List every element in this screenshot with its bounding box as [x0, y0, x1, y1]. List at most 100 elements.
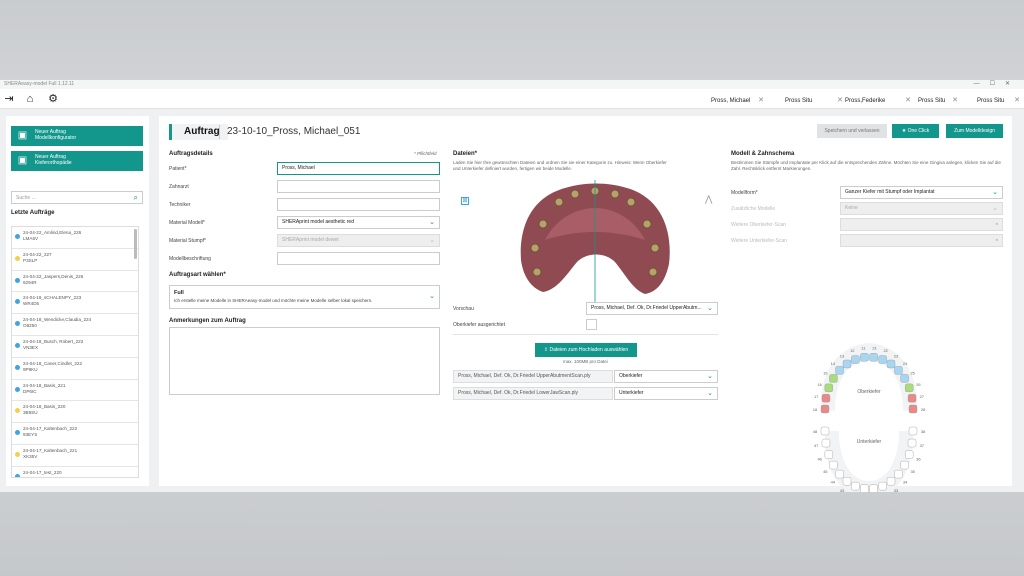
file-category-select[interactable]: Unterkiefer ⌄	[614, 387, 718, 400]
logout-icon[interactable]: ⇥	[2, 92, 16, 106]
list-item[interactable]: 24-04-17_test_220	[12, 467, 138, 477]
tooth-number[interactable]: 38	[921, 429, 926, 434]
list-item[interactable]: 24-04-17_Kaltenbach_221 XK35V	[12, 445, 138, 467]
aligned-checkbox[interactable]	[586, 319, 597, 330]
list-item[interactable]: 24-04-18_Basis_220 3B9SU	[12, 401, 138, 424]
model-field-input[interactable]: Ganzer Kiefer mit Stumpf oder Implantat ⌄	[840, 186, 1003, 199]
tooth-42[interactable]	[851, 481, 860, 491]
tooth-16[interactable]	[824, 383, 834, 393]
upload-files-button[interactable]: ⇪ Dateien zum Hochladen auswählen	[535, 343, 637, 357]
close-icon[interactable]: ✕	[1014, 94, 1020, 108]
tooth-46[interactable]	[824, 450, 834, 459]
tooth-number[interactable]: 24	[903, 361, 908, 366]
tooth-38[interactable]	[908, 426, 918, 436]
tooth-15[interactable]	[829, 374, 838, 383]
tooth-26[interactable]	[904, 383, 914, 393]
tooth-36[interactable]	[904, 450, 914, 459]
list-item[interactable]: 24-04-22_227 P3SLP	[12, 249, 138, 271]
tooth-number[interactable]: 17	[814, 394, 819, 399]
tooth-number[interactable]: 35	[910, 469, 915, 474]
field-input[interactable]	[277, 198, 440, 211]
tooth-number[interactable]: 26	[916, 382, 921, 387]
tooth-11[interactable]	[860, 353, 869, 362]
list-item[interactable]: 24-04-22_Jaspers,Denis_226 6294R	[12, 271, 138, 293]
tooth-45[interactable]	[829, 460, 838, 470]
new-order-model-button[interactable]: ▣ Neuer Auftrag Modellkonfigurator	[11, 126, 143, 146]
tooth-14[interactable]	[835, 366, 844, 375]
tooth-47[interactable]	[821, 438, 831, 448]
list-item[interactable]: 24-04-18_Busch, Robert_222 VN3EX	[12, 336, 138, 358]
list-item[interactable]: 24-04-18_Wendicke,Claudia_224 O8250	[12, 314, 138, 336]
tab-pross-situ-3[interactable]: Pross Situ ✕	[977, 94, 1020, 108]
scrollbar[interactable]	[134, 229, 137, 259]
tooth-18[interactable]	[820, 404, 830, 414]
list-item[interactable]: 24-04-17_Kaltenbach_222 93EYS	[12, 423, 138, 445]
tooth-17[interactable]	[821, 393, 831, 403]
field-input[interactable]: Pross, Michael	[277, 162, 440, 175]
tooth-number[interactable]: 18	[813, 407, 818, 412]
field-input[interactable]	[277, 180, 440, 193]
field-input[interactable]: SHERAprint model aesthetic red ⌄	[277, 216, 440, 229]
tab-pross-michael[interactable]: Pross, Michael ✕	[694, 94, 774, 108]
close-icon[interactable]: ✕	[905, 94, 911, 108]
tooth-number[interactable]: 37	[920, 443, 925, 448]
tooth-28[interactable]	[908, 404, 918, 414]
window-controls[interactable]: —☐✕	[974, 80, 1020, 89]
tooth-number[interactable]: 34	[903, 480, 908, 485]
expand-icon[interactable]: ⊠	[461, 197, 469, 205]
tab-pross-federike[interactable]: Pross,Federike ✕	[845, 94, 911, 108]
tooth-33[interactable]	[886, 477, 896, 486]
tooth-number[interactable]: 25	[910, 371, 915, 376]
tooth-24[interactable]	[894, 366, 903, 375]
file-category-select[interactable]: Oberkiefer ⌄	[614, 370, 718, 383]
tooth-12[interactable]	[851, 355, 860, 364]
tooth-37[interactable]	[907, 438, 917, 448]
model-design-button[interactable]: Zum Modelldesign	[946, 124, 1003, 138]
tooth-number[interactable]: 46	[817, 457, 822, 462]
tooth-number[interactable]: 44	[831, 480, 836, 485]
list-item[interactable]: 24-04-22_Amlind,Elena_226 LMA5V	[12, 227, 138, 249]
list-item[interactable]: 24-04-19_sCHALENPY_223 WR4D5	[12, 292, 138, 315]
tooth-number[interactable]: 16	[817, 382, 822, 387]
tooth-32[interactable]	[878, 481, 887, 491]
tooth-number[interactable]: 28	[921, 407, 926, 412]
tooth-27[interactable]	[907, 393, 917, 403]
tooth-number[interactable]: 14	[831, 361, 836, 366]
list-item[interactable]: 24-04-18_Caner,Cindlet_222 9P9KU	[12, 358, 138, 380]
close-icon[interactable]: ✕	[837, 94, 843, 108]
tab-pross-situ-2[interactable]: Pross Situ ✕	[918, 94, 958, 108]
list-item[interactable]: 24-04-18_Basis_221 DP6IC	[12, 380, 138, 402]
tooth-13[interactable]	[842, 359, 852, 369]
tooth-21[interactable]	[869, 353, 878, 362]
preview-select[interactable]: Pross, Michael, Def. Ok, Dr.Friedel Uppe…	[586, 302, 718, 315]
close-icon[interactable]: ✕	[952, 94, 958, 108]
tooth-31[interactable]	[869, 484, 878, 492]
search-input[interactable]: Suche ... ⌕	[11, 191, 143, 204]
jaw-scan-preview[interactable]	[515, 180, 675, 302]
tooth-number[interactable]: 13	[840, 353, 845, 358]
tooth-34[interactable]	[894, 469, 903, 479]
tooth-44[interactable]	[835, 469, 844, 479]
tooth-number[interactable]: 21	[872, 345, 877, 350]
jaw-view-icon[interactable]: ⋀	[705, 194, 712, 205]
tooth-number[interactable]: 45	[823, 469, 828, 474]
tooth-number[interactable]: 22	[883, 348, 888, 353]
field-input[interactable]	[277, 252, 440, 265]
save-exit-button[interactable]: Speichern und verlassen	[817, 124, 887, 138]
gear-icon[interactable]: ⚙	[46, 92, 60, 106]
tooth-35[interactable]	[900, 460, 909, 470]
tooth-number[interactable]: 15	[823, 371, 828, 376]
tooth-number[interactable]: 48	[813, 429, 818, 434]
tooth-25[interactable]	[900, 374, 909, 383]
order-type-select[interactable]: Full Ich erstelle meine Modelle in SHERA…	[169, 285, 440, 309]
search-icon[interactable]: ⌕	[134, 193, 138, 203]
tooth-number[interactable]: 33	[894, 488, 899, 492]
tooth-number[interactable]: 36	[916, 457, 921, 462]
tooth-22[interactable]	[878, 355, 887, 364]
tooth-number[interactable]: 43	[840, 488, 845, 492]
home-icon[interactable]: ⌂	[23, 92, 37, 106]
notes-textarea[interactable]	[169, 327, 440, 395]
tooth-41[interactable]	[860, 484, 869, 492]
tooth-number[interactable]: 12	[850, 348, 855, 353]
new-order-ortho-button[interactable]: ▣ Neuer Auftrag Kieferorthopädie	[11, 151, 143, 171]
